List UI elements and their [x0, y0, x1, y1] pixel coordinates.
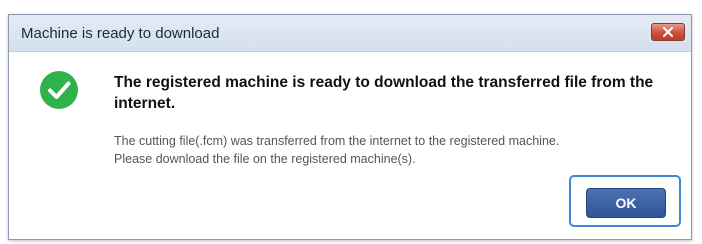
message-headline: The registered machine is ready to downl… — [114, 74, 654, 112]
download-ready-dialog: Machine is ready to download The registe… — [8, 14, 692, 240]
checkmark-circle-icon — [40, 71, 78, 109]
dialog-title: Machine is ready to download — [21, 25, 220, 42]
detail-line: The cutting file(.fcm) was transferred f… — [114, 134, 560, 148]
close-button[interactable] — [651, 23, 685, 41]
dialog-body: The registered machine is ready to downl… — [9, 52, 691, 239]
close-icon — [663, 27, 673, 37]
ok-button-focus-ring: OK — [569, 175, 681, 227]
detail-line: Please download the file on the register… — [114, 152, 416, 166]
message-detail: The cutting file(.fcm) was transferred f… — [114, 132, 674, 168]
title-bar[interactable]: Machine is ready to download — [9, 15, 691, 52]
ok-button[interactable]: OK — [586, 188, 666, 218]
